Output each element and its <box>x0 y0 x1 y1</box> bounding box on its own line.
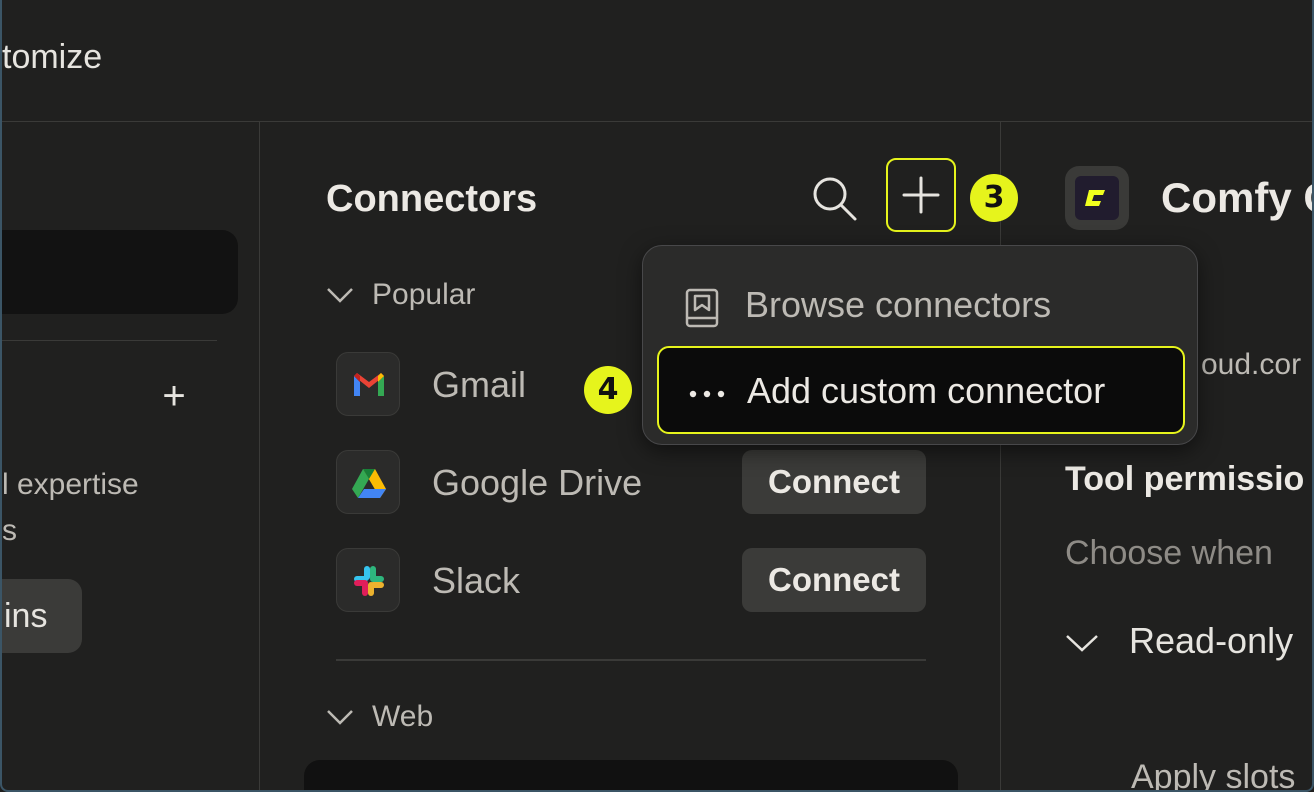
tool-permissions-title: Tool permissio <box>1065 460 1305 498</box>
google-drive-icon <box>336 450 400 514</box>
left-description-line-1: l expertise <box>2 468 139 501</box>
connectors-panel: Connectors Popular Gmail Google Drive Co… <box>260 122 1001 790</box>
section-label: Popular <box>372 278 476 311</box>
left-description-line-2: s <box>2 514 17 547</box>
menu-item-label: Add custom connector <box>747 370 1106 411</box>
ellipsis-icon <box>687 374 725 414</box>
section-popular[interactable]: Popular <box>326 278 475 312</box>
plus-icon <box>902 176 940 214</box>
connect-button[interactable]: Connect <box>742 450 926 514</box>
add-custom-connector-menu-item[interactable]: Add custom connector <box>657 346 1185 434</box>
page-title: tomize <box>2 38 103 76</box>
read-only-label: Read-only <box>1129 620 1294 661</box>
connector-row-google-drive[interactable]: Google Drive Connect <box>336 450 928 516</box>
connector-url: oud.cor <box>1201 348 1302 381</box>
add-connector-menu: Browse connectors Add custom connector <box>642 245 1198 445</box>
connector-name: Slack <box>432 560 521 601</box>
chevron-down-icon <box>1065 620 1099 662</box>
divider <box>336 659 926 661</box>
comfy-logo-icon <box>1065 166 1129 230</box>
tool-permissions-description: Choose when <box>1065 534 1273 572</box>
connector-row-web-selected[interactable] <box>304 760 958 790</box>
browse-connectors-menu-item[interactable]: Browse connectors <box>657 262 1185 348</box>
connector-detail-panel: Comfy C oud.cor Tool permissio Choose wh… <box>1001 122 1312 790</box>
top-bar: tomize <box>2 0 1312 122</box>
connector-name: Gmail <box>432 364 527 405</box>
section-label: Web <box>372 700 434 733</box>
connectors-title: Connectors <box>326 178 538 220</box>
book-icon <box>685 288 719 328</box>
section-web[interactable]: Web <box>326 700 433 734</box>
connector-detail-title: Comfy C <box>1161 174 1312 221</box>
connect-button[interactable]: Connect <box>742 548 926 612</box>
app-window: tomize + l expertise s ins Connectors Po… <box>0 0 1314 792</box>
apply-slots-item[interactable]: Apply slots <box>1131 758 1295 790</box>
add-button[interactable]: + <box>154 376 194 416</box>
step-3-badge: 3 <box>970 174 1018 222</box>
left-panel: + l expertise s ins <box>2 122 260 790</box>
read-only-section[interactable]: Read-only <box>1065 620 1293 662</box>
chevron-down-icon <box>326 278 354 312</box>
slack-icon <box>336 548 400 612</box>
divider <box>2 340 217 341</box>
comfy-logo-mark <box>1075 176 1119 220</box>
chevron-down-icon <box>326 700 354 734</box>
connector-row-slack[interactable]: Slack Connect <box>336 548 928 614</box>
left-search-field[interactable] <box>2 230 238 314</box>
add-connector-button[interactable] <box>886 158 956 232</box>
search-icon[interactable] <box>810 174 860 224</box>
plugins-button[interactable]: ins <box>2 579 82 653</box>
plugins-button-label: ins <box>4 597 48 635</box>
connector-name: Google Drive <box>432 462 643 503</box>
step-4-badge: 4 <box>584 366 632 414</box>
menu-item-label: Browse connectors <box>745 284 1052 325</box>
gmail-icon <box>336 352 400 416</box>
